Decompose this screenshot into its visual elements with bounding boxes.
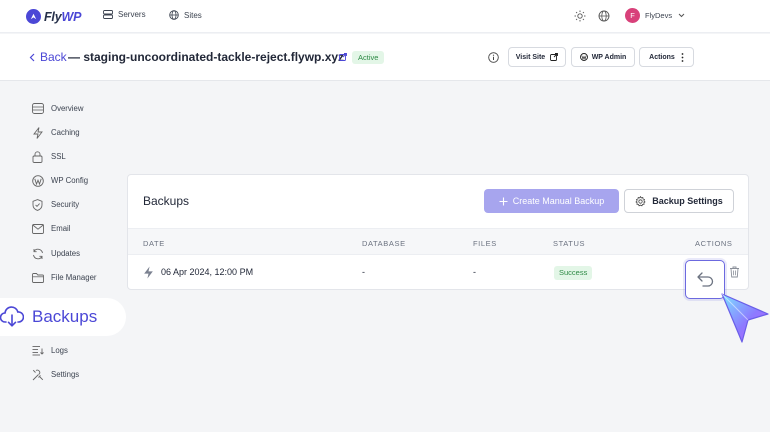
sidebar-item-label: Caching [51, 128, 80, 137]
nav-servers-label: Servers [118, 10, 146, 19]
sidebar-item-backups[interactable]: Backups [0, 298, 126, 336]
sidebar-item-security[interactable]: Security [31, 198, 79, 211]
sidebar-item-updates[interactable]: Updates [31, 247, 80, 260]
sidebar-item-label: Backups [32, 307, 98, 326]
sidebar-item-label: File Manager [51, 273, 97, 282]
create-manual-backup-label: Create Manual Backup [512, 196, 605, 206]
sidebar-item-label: Updates [51, 249, 81, 258]
column-header-files: FILES [473, 239, 497, 248]
lightning-icon [144, 266, 153, 279]
theme-toggle-icon[interactable] [574, 10, 586, 22]
actions-button[interactable]: Actions [639, 47, 694, 67]
wp-admin-label: WP Admin [591, 53, 627, 61]
flywp-logo-icon [26, 9, 41, 24]
back-link[interactable]: Back [29, 50, 67, 64]
backup-database: - [362, 267, 365, 277]
delete-icon[interactable] [729, 266, 740, 278]
wp-admin-button[interactable]: WP Admin [571, 47, 635, 67]
folder-icon [31, 271, 44, 284]
visit-site-label: Visit Site [515, 53, 546, 61]
sidebar-item-caching[interactable]: Caching [31, 126, 80, 139]
sidebar-item-settings[interactable]: Settings [31, 368, 79, 381]
table-header: DATE DATABASE FILES STATUS ACTIONS [128, 228, 748, 255]
plus-icon [499, 197, 508, 205]
mail-icon [31, 222, 44, 235]
chevron-down-icon [678, 13, 685, 18]
back-label: Back [40, 50, 67, 64]
gear-icon [635, 195, 646, 206]
backup-files: - [473, 267, 476, 277]
chevron-left-icon [29, 53, 35, 61]
backup-settings-label: Backup Settings [652, 196, 723, 206]
refresh-icon [31, 247, 44, 260]
logo-text-prefix: Fly [44, 9, 62, 24]
column-header-actions: ACTIONS [695, 239, 733, 248]
backup-date: 06 Apr 2024, 12:00 PM [161, 267, 254, 277]
sidebar-item-label: WP Config [51, 176, 89, 185]
logo-text: FlyWP [44, 10, 81, 24]
sidebar-item-logs[interactable]: Logs [31, 344, 68, 357]
overview-icon [31, 102, 44, 115]
sidebar-item-label: Overview [51, 104, 84, 113]
column-header-date: DATE [143, 239, 165, 248]
top-navbar: FlyWP Servers Sites F FlyDevs [0, 0, 770, 33]
sidebar-item-label: Settings [51, 370, 80, 379]
logo-text-accent: WP [61, 9, 82, 24]
sidebar-item-overview[interactable]: Overview [31, 102, 84, 115]
sidebar-item-ssl[interactable]: SSL [31, 150, 66, 163]
avatar: F [625, 8, 640, 23]
backups-card: Backups Create Manual Backup Backup Sett… [127, 174, 749, 290]
sidebar-item-email[interactable]: Email [31, 222, 71, 235]
language-globe-icon[interactable] [598, 10, 610, 22]
nav-sites[interactable]: Sites [169, 10, 202, 20]
card-title: Backups [143, 194, 190, 208]
more-vertical-icon [681, 52, 684, 62]
page-title: — staging-uncoordinated-tackle-reject.fl… [68, 50, 345, 64]
sidebar-item-wp-config[interactable]: WP Config [31, 174, 88, 187]
column-header-status: STATUS [553, 239, 586, 248]
tools-icon [31, 368, 44, 381]
status-badge: Active [352, 51, 385, 64]
nav-servers[interactable]: Servers [103, 10, 146, 19]
undo-icon [696, 272, 713, 287]
sidebar-item-label: SSL [51, 152, 66, 161]
external-link-icon[interactable] [339, 53, 347, 61]
sidebar-item-label: Security [51, 200, 80, 209]
create-manual-backup-button[interactable]: Create Manual Backup [484, 189, 619, 213]
external-link-icon [550, 53, 559, 61]
actions-label: Actions [649, 53, 675, 61]
info-icon[interactable] [488, 52, 499, 63]
visit-site-button[interactable]: Visit Site [508, 47, 566, 67]
user-menu[interactable]: F FlyDevs [625, 8, 685, 23]
sidebar-item-file-manager[interactable]: File Manager [31, 271, 97, 284]
cloud-download-icon [0, 306, 24, 327]
wordpress-icon [579, 53, 588, 61]
globe-icon [169, 10, 179, 20]
wordpress-icon [31, 174, 44, 187]
pointer-cursor-icon [721, 293, 769, 343]
nav-sites-label: Sites [184, 10, 202, 20]
flywp-logo[interactable]: FlyWP [26, 8, 81, 25]
sidebar-item-label: Email [51, 224, 71, 233]
lightning-icon [31, 126, 44, 139]
column-header-database: DATABASE [362, 239, 406, 248]
server-icon [103, 10, 113, 19]
lock-icon [31, 150, 44, 163]
shield-icon [31, 198, 44, 211]
site-header: Back — staging-uncoordinated-tackle-reje… [0, 34, 770, 81]
sidebar-item-label: Logs [51, 346, 68, 355]
logs-icon [31, 344, 44, 357]
user-name: FlyDevs [645, 11, 673, 20]
backup-settings-button[interactable]: Backup Settings [624, 189, 734, 213]
status-badge: Success [554, 266, 593, 280]
